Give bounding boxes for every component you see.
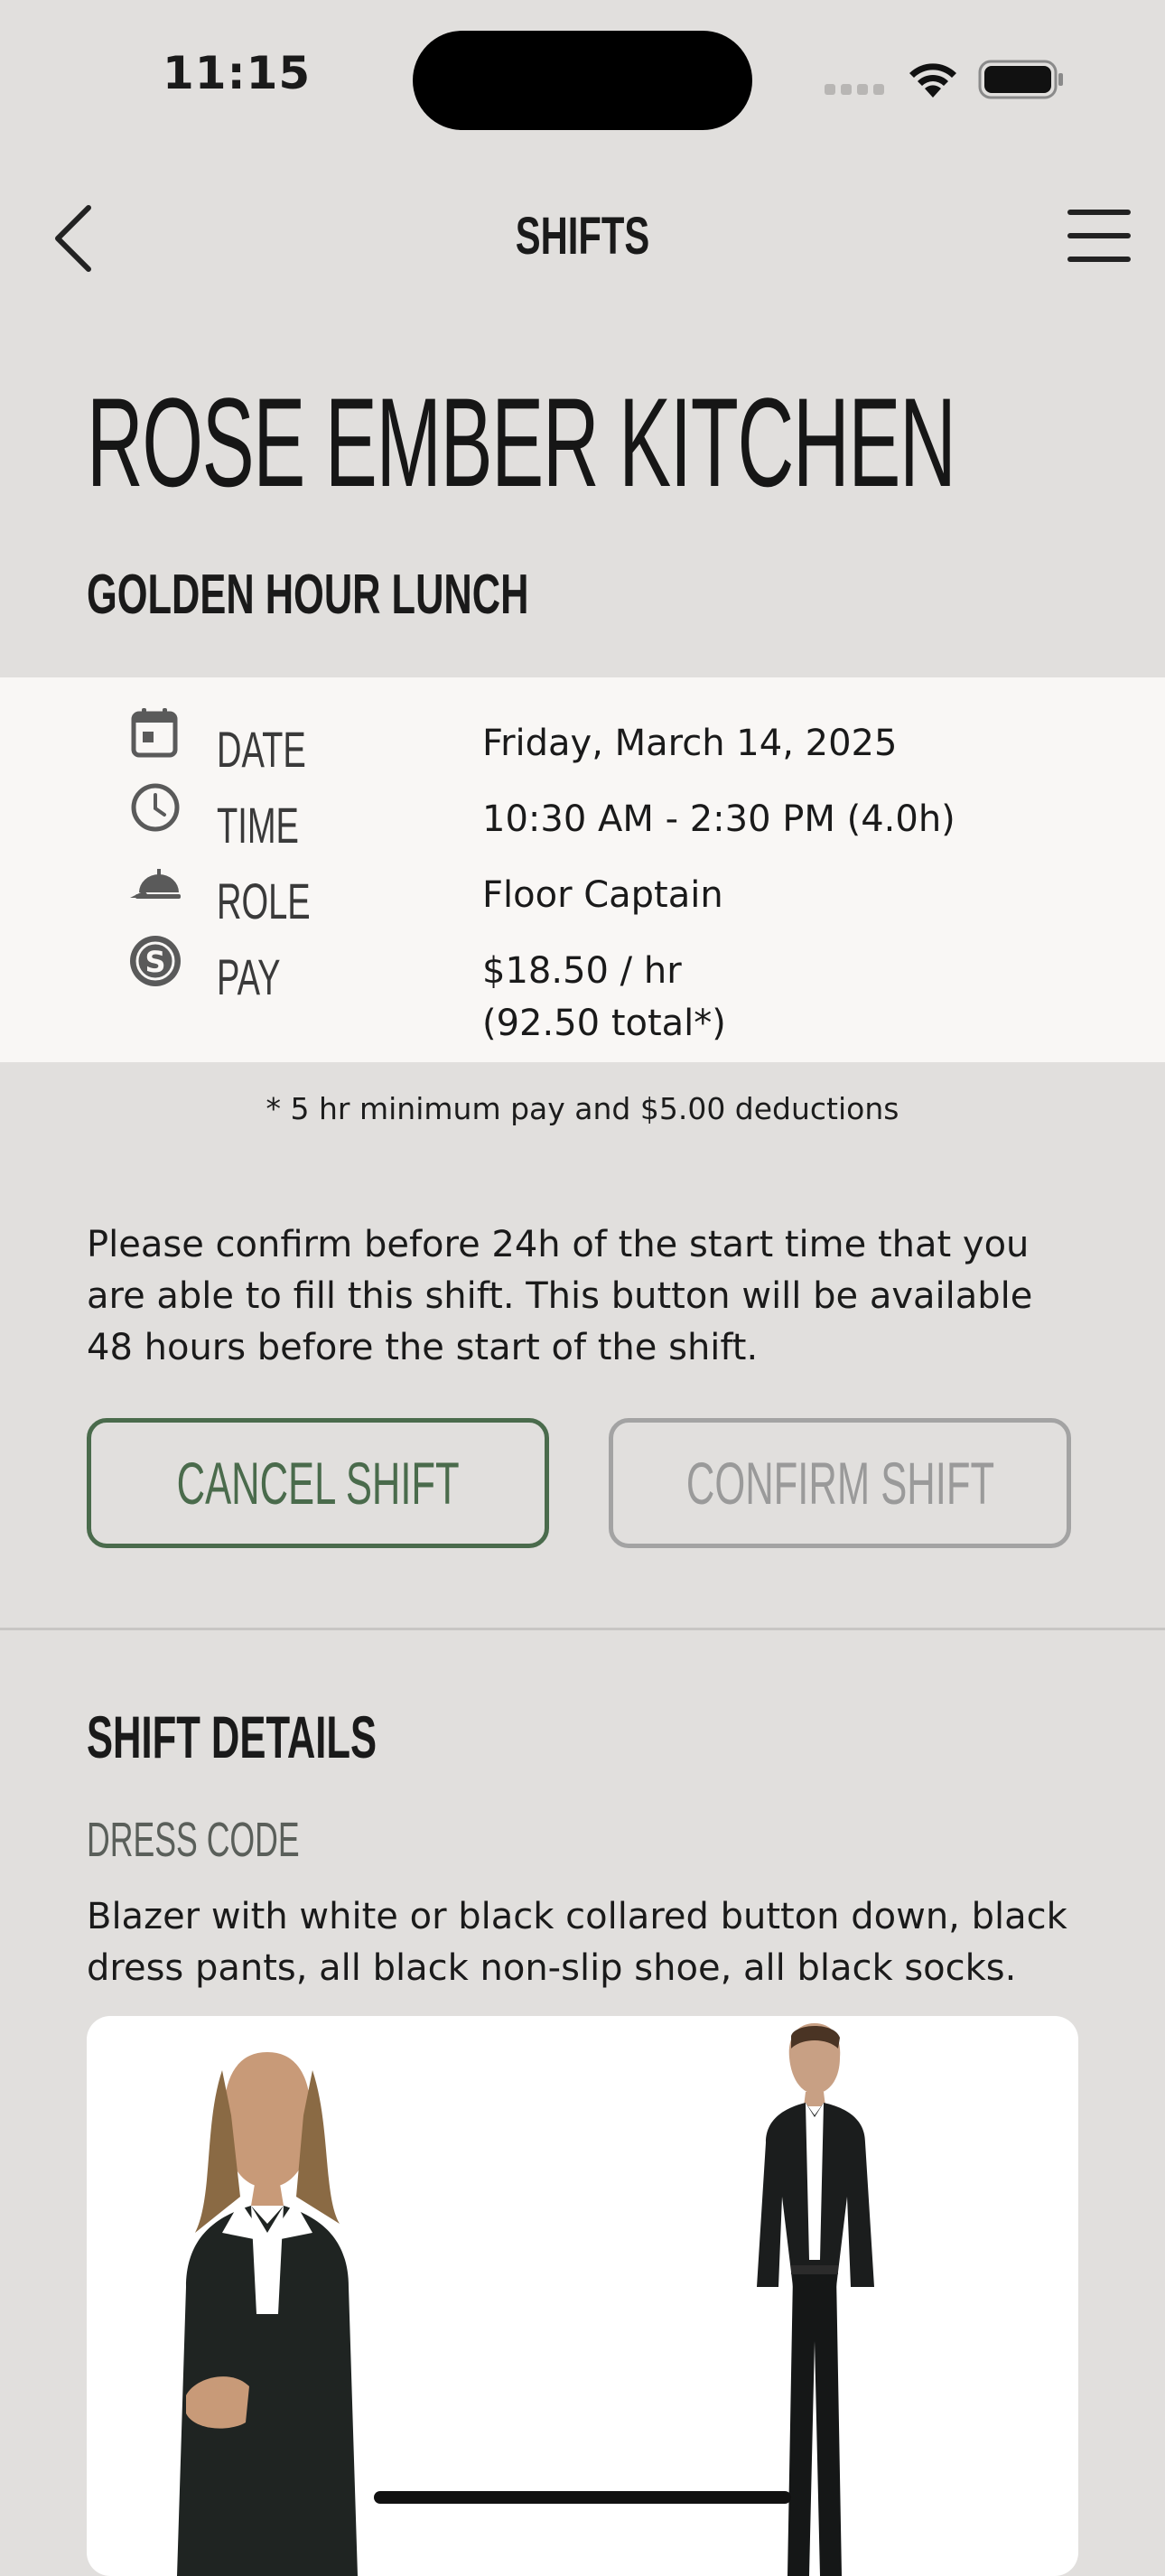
pay-total: (92.50 total*) [482,1003,726,1044]
calendar-icon [126,705,184,762]
status-time: 11:15 [163,47,312,99]
dress-code-text: Blazer with white or black collared butt… [87,1896,1067,1989]
page-title: SHIFTS [515,207,650,266]
info-label-time: TIME [217,797,299,854]
pay-footnote: * 5 hr minimum pay and $5.00 deductions [266,1091,899,1126]
dress-code-heading: DRESS CODE [87,1813,300,1867]
info-row-pay: S PAY $18.50 / hr (92.50 total*) [0,932,1165,1050]
pay-rate: $18.50 / hr [482,950,682,992]
status-bar: 11:15 [0,0,1165,154]
signal-dots-icon [825,81,890,98]
cancel-shift-label: CANCEL SHIFT [176,1450,460,1517]
info-row-role: ROLE Floor Captain [0,856,1165,932]
woman-in-blazer-figure [177,2052,358,2576]
info-row-time: TIME 10:30 AM - 2:30 PM (4.0h) [0,780,1165,856]
section-divider [0,1628,1165,1630]
chevron-left-icon[interactable] [51,202,96,278]
cancel-shift-button[interactable]: CANCEL SHIFT [87,1418,549,1548]
dollar-coin-icon: S [126,932,184,990]
clock-icon [126,780,184,838]
info-value-pay: $18.50 / hr (92.50 total*) [482,945,726,1050]
info-row-date: DATE Friday, March 14, 2025 [0,705,1165,780]
info-label-pay: PAY [217,948,281,1005]
info-value-date: Friday, March 14, 2025 [482,723,898,764]
service-bell-icon [126,856,184,914]
battery-full-icon [978,60,1065,103]
svg-text:S: S [144,945,165,979]
shift-info-panel: DATE Friday, March 14, 2025 TIME 10:30 A… [0,677,1165,1062]
confirm-shift-label: CONFIRM SHIFT [685,1450,994,1517]
restaurant-name: ROSE EMBER KITCHEN [87,371,956,513]
wifi-icon [905,58,961,103]
home-indicator[interactable] [374,2491,791,2504]
confirm-instructions: Please confirm before 24h of the start t… [87,1224,1033,1368]
dynamic-island [413,31,752,130]
shift-name: GOLDEN HOUR LUNCH [87,564,529,626]
shift-details-heading: SHIFT DETAILS [87,1703,377,1770]
info-label-date: DATE [217,721,306,778]
nav-bar: SHIFTS [0,181,1165,298]
info-value-time: 10:30 AM - 2:30 PM (4.0h) [482,798,955,840]
confirm-shift-button[interactable]: CONFIRM SHIFT [609,1418,1071,1548]
hamburger-menu-icon[interactable] [1066,206,1132,269]
info-value-role: Floor Captain [482,874,723,916]
info-label-role: ROLE [217,873,311,929]
